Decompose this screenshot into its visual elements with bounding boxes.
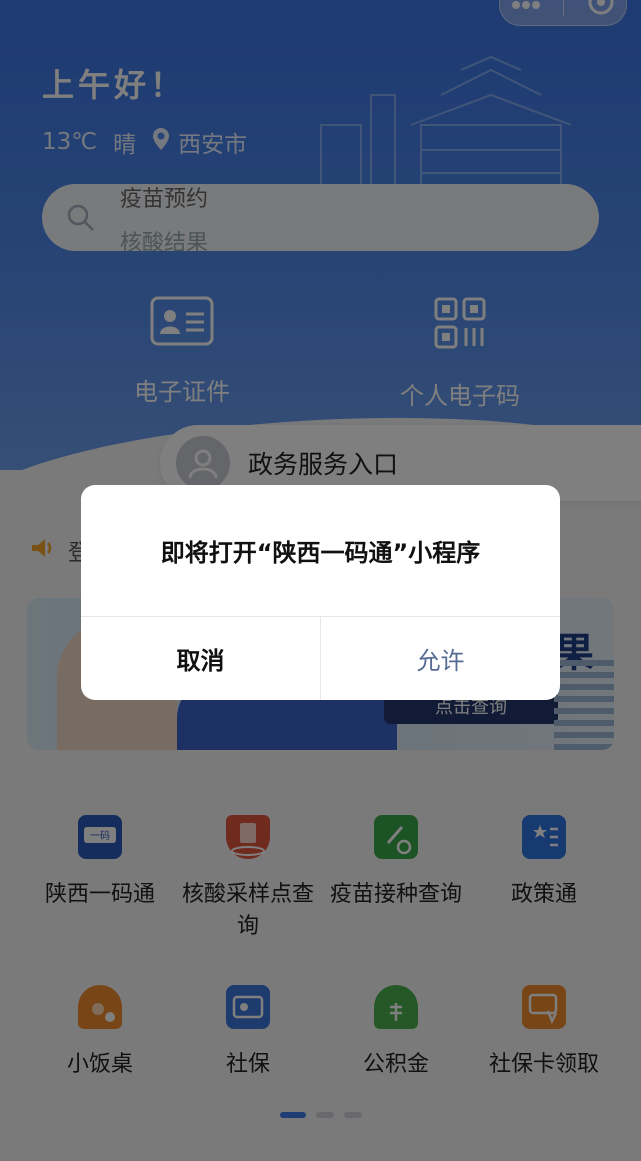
app-screen: 上午好！ 13℃ 晴 西安市 疫苗预约 核酸结果 电子 — [0, 0, 641, 1161]
allow-button[interactable]: 允许 — [321, 616, 560, 700]
cancel-button[interactable]: 取消 — [81, 616, 320, 700]
open-miniprogram-dialog: 即将打开“陕西一码通”小程序 取消 允许 — [81, 485, 560, 700]
dialog-message: 即将打开“陕西一码通”小程序 — [160, 539, 481, 567]
